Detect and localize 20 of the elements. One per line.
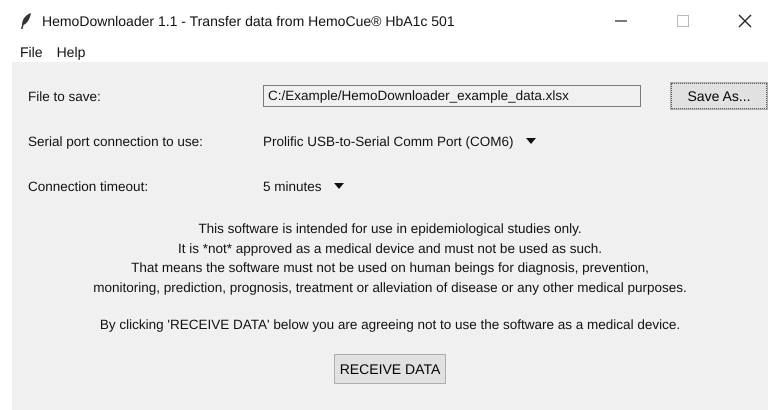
close-icon[interactable] bbox=[738, 14, 752, 28]
field-label: Connection timeout: bbox=[28, 178, 150, 194]
save-as-button[interactable]: Save As... bbox=[671, 83, 767, 109]
notice-text-line: That means the software must not be used on human beings for diagnosis, prevention, bbox=[131, 259, 649, 278]
notice-text-line: monitoring, prediction, prognosis, treatment or alleviation of disease or any other medical purposes. bbox=[93, 278, 687, 297]
caret-icon bbox=[526, 138, 536, 144]
feather-icon bbox=[20, 12, 32, 30]
file-path-field[interactable]: C:/Example/HemoDownloader_example_data.xlsx bbox=[263, 85, 641, 107]
agreement-text: By clicking 'RECEIVE DATA' below you are agreeing not to use the software as a medical device. bbox=[98, 317, 682, 332]
field-label: Serial port connection to use: bbox=[28, 134, 204, 148]
window-title: HemoDownloader 1.1 - Transfer data from HemoCue® HbA1c 501 bbox=[42, 13, 455, 29]
menu-item[interactable]: Help bbox=[56, 44, 86, 60]
menu-item[interactable]: File bbox=[20, 44, 43, 60]
notice-text-line: It is *not* approved as a medical device and must not be used as such. bbox=[178, 240, 602, 258]
timeout-dropdown[interactable]: 5 minutes bbox=[263, 178, 344, 194]
notice-text-line: This software is intended for use in epidemiological studies only. bbox=[198, 220, 582, 238]
serial-port-dropdown[interactable]: Prolific USB-to-Serial Comm Port (COM6) bbox=[263, 134, 536, 148]
receive-data-button[interactable]: RECEIVE DATA bbox=[334, 354, 446, 384]
caret-icon bbox=[334, 183, 344, 189]
field-label: File to save: bbox=[28, 88, 102, 104]
